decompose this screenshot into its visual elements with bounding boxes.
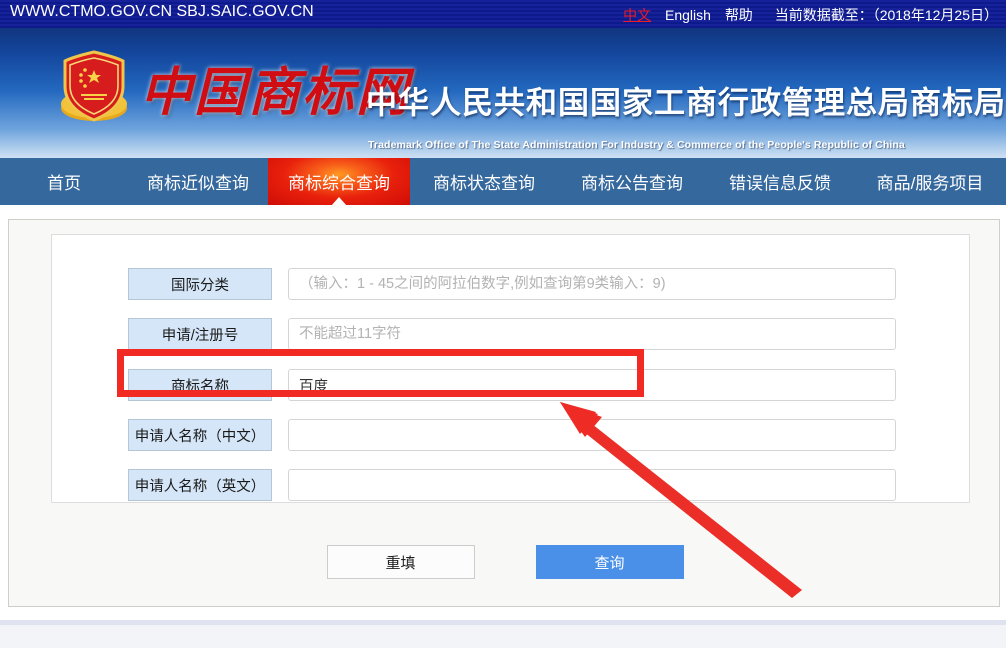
nav-item-label: 商品/服务项目 [876, 174, 984, 193]
form-label-0: 国际分类 [128, 268, 272, 300]
site-urls-text: WWW.CTMO.GOV.CN SBJ.SAIC.GOV.CN [10, 3, 314, 20]
reset-button[interactable]: 重填 [326, 545, 475, 579]
nav-item-3[interactable]: 商标状态查询 [410, 158, 558, 205]
form-buttons: 重填 查询 [9, 545, 1001, 579]
nav-item-label: 商标近似查询 [147, 174, 249, 193]
form-row-3: 申请人名称（中文） [128, 419, 948, 451]
top-links-group: 中文 English 帮助 当前数据截至：（2018年12月25日） [613, 5, 998, 25]
lang-english-link[interactable]: English [665, 7, 711, 23]
nav-item-5[interactable]: 错误信息反馈 [706, 158, 854, 205]
form-label-3: 申请人名称（中文） [128, 419, 272, 451]
search-form-container: 国际分类申请/注册号商标名称申请人名称（中文） 申请人名称（英文） [51, 234, 970, 503]
form-row-4: 申请人名称（英文） [128, 469, 948, 501]
form-input-4[interactable] [288, 469, 896, 501]
banner-title-english: Trademark Office of The State Administra… [368, 139, 905, 151]
help-link[interactable]: 帮助 [725, 7, 753, 23]
page-root: WWW.CTMO.GOV.CN SBJ.SAIC.GOV.CN 中文 Engli… [0, 0, 1006, 648]
top-utility-bar: WWW.CTMO.GOV.CN SBJ.SAIC.GOV.CN 中文 Engli… [0, 0, 1006, 28]
nav-item-0[interactable]: 首页 [0, 158, 128, 205]
main-navigation: 首页 商标近似查询 商标综合查询 商标状态查询 商标公告查询 错误信息反馈 商品/服务项目 [0, 158, 1006, 205]
data-current-label: 当前数据截至：（2018年12月25日） [774, 7, 998, 23]
nav-item-1[interactable]: 商标近似查询 [128, 158, 268, 205]
banner-title-chinese: 中华人民共和国国家工商行政管理总局商标局 [366, 85, 1006, 121]
national-emblem-icon [55, 46, 133, 126]
lang-chinese-link[interactable]: 中文 [623, 7, 651, 23]
form-row-1: 申请/注册号 [128, 318, 948, 350]
form-row-0: 国际分类 [128, 268, 948, 300]
form-row-2: 商标名称 [128, 369, 948, 401]
query-button[interactable]: 查询 [535, 545, 684, 579]
nav-item-label: 商标公告查询 [581, 174, 683, 193]
nav-item-label: 商标状态查询 [433, 174, 535, 193]
form-input-2[interactable] [288, 369, 896, 401]
form-input-3[interactable] [288, 419, 896, 451]
form-label-1: 申请/注册号 [128, 318, 272, 350]
nav-item-6[interactable]: 商品/服务项目 [854, 158, 1006, 205]
form-label-4: 申请人名称（英文） [128, 469, 272, 501]
nav-item-label: 错误信息反馈 [729, 174, 831, 193]
form-label-2: 商标名称 [128, 369, 272, 401]
form-input-0[interactable] [288, 268, 896, 300]
nav-item-2[interactable]: 商标综合查询 [268, 158, 410, 205]
form-input-1[interactable] [288, 318, 896, 350]
search-panel-outer: 国际分类申请/注册号商标名称申请人名称（中文） 申请人名称（英文） 重填 查询 [8, 219, 1000, 607]
footer-area [0, 625, 1006, 648]
site-banner: 中国商标网 中华人民共和国国家工商行政管理总局商标局 Trademark Off… [0, 28, 1006, 158]
nav-item-label: 首页 [47, 174, 81, 193]
nav-item-label: 商标综合查询 [288, 174, 390, 193]
nav-item-4[interactable]: 商标公告查询 [558, 158, 706, 205]
